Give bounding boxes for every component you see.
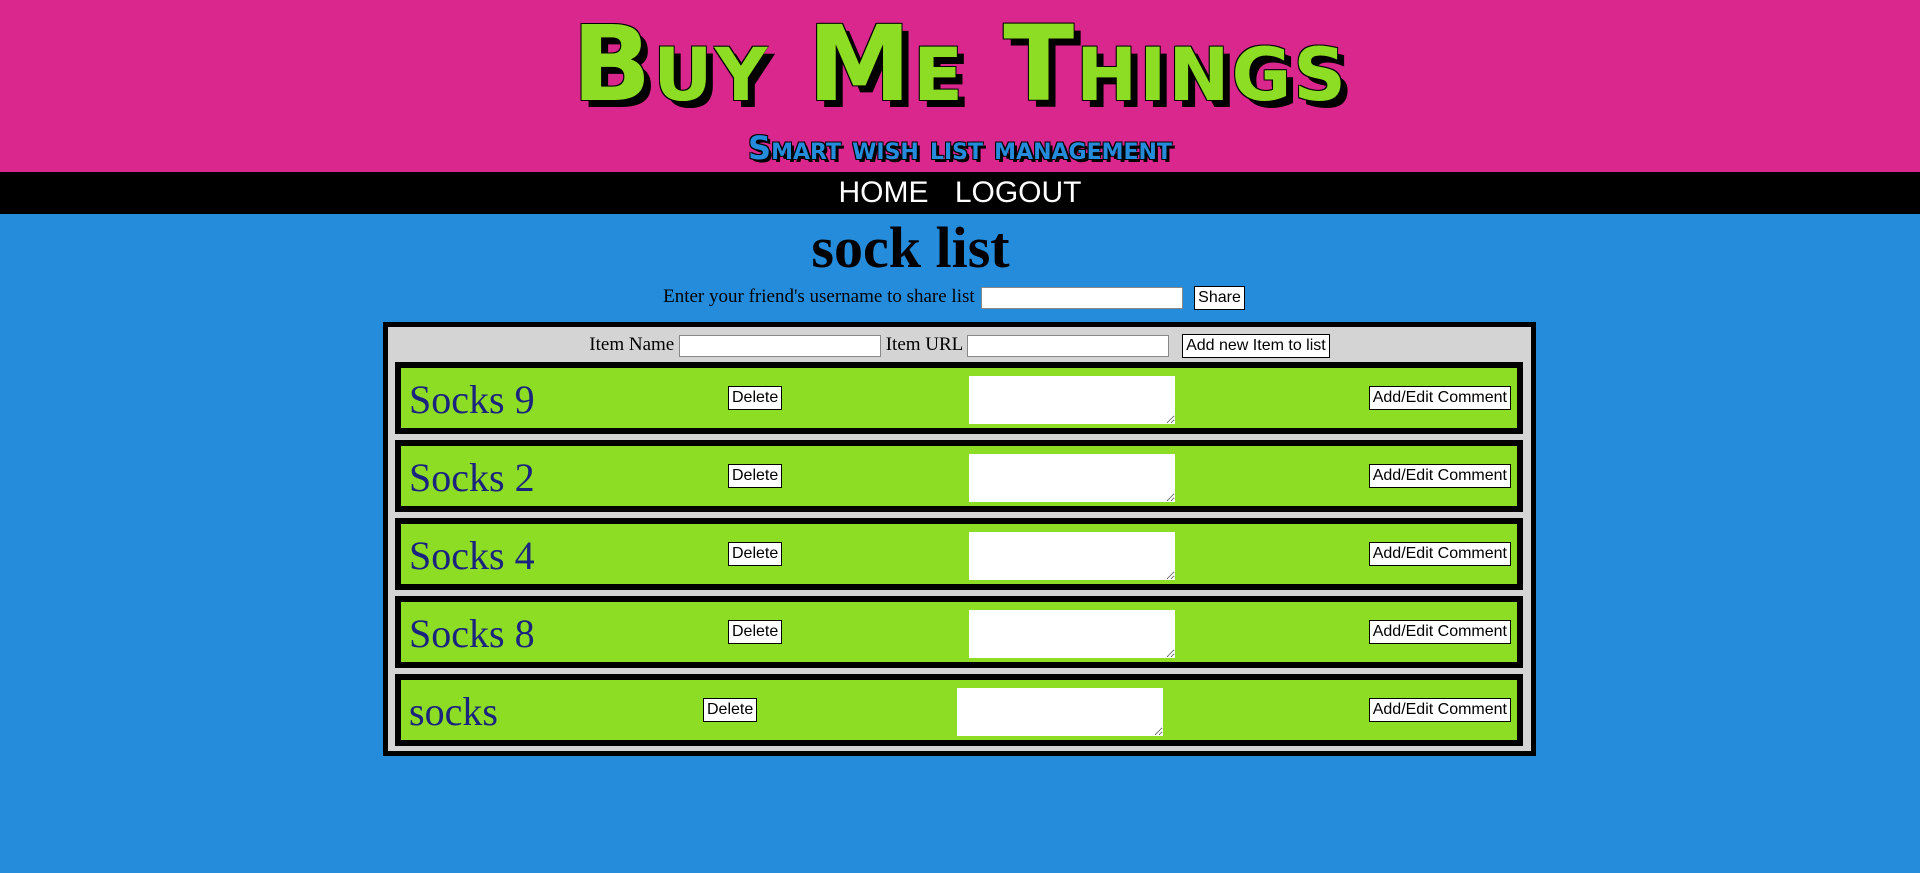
site-title: Buy Me Things xyxy=(572,3,1348,125)
item-name: Socks 9 xyxy=(409,377,535,422)
nav-home-link[interactable]: HOME xyxy=(838,172,928,214)
add-item-row: Item Name Item URL Add new Item to list xyxy=(388,327,1531,362)
share-label: Enter your friend's username to share li… xyxy=(663,286,975,307)
delete-button[interactable]: Delete xyxy=(728,386,783,410)
item-url-input[interactable] xyxy=(967,334,1170,357)
add-edit-comment-button[interactable]: Add/Edit Comment xyxy=(1368,698,1511,722)
share-username-input[interactable] xyxy=(981,286,1184,309)
comment-textarea[interactable] xyxy=(969,376,1175,424)
item-name: socks xyxy=(409,689,498,734)
item-name: Socks 2 xyxy=(409,455,535,500)
list-item: Socks 9 Delete Add/Edit Comment xyxy=(395,362,1523,434)
nav-logout-link[interactable]: LOGOUT xyxy=(955,172,1082,214)
page-title: sock list xyxy=(811,215,1010,280)
item-name: Socks 4 xyxy=(409,533,535,578)
add-edit-comment-button[interactable]: Add/Edit Comment xyxy=(1368,542,1511,566)
list-item: Socks 4 Delete Add/Edit Comment xyxy=(395,518,1523,590)
item-url-label: Item URL xyxy=(885,334,963,355)
nav-bar: HOME LOGOUT xyxy=(0,172,1920,214)
delete-button[interactable]: Delete xyxy=(728,464,783,488)
delete-button[interactable]: Delete xyxy=(703,698,758,722)
share-row: Enter your friend's username to share li… xyxy=(0,282,1920,312)
add-item-button[interactable]: Add new Item to list xyxy=(1182,333,1330,358)
add-edit-comment-button[interactable]: Add/Edit Comment xyxy=(1368,464,1511,488)
delete-button[interactable]: Delete xyxy=(728,542,783,566)
delete-button[interactable]: Delete xyxy=(728,620,783,644)
site-header: Buy Me Things Smart wish list management xyxy=(0,0,1920,172)
share-button[interactable]: Share xyxy=(1194,285,1245,310)
list-item: Socks 8 Delete Add/Edit Comment xyxy=(395,596,1523,668)
list-item: Socks 2 Delete Add/Edit Comment xyxy=(395,440,1523,512)
comment-textarea[interactable] xyxy=(957,688,1163,736)
site-subtitle: Smart wish list management xyxy=(748,129,1172,167)
add-edit-comment-button[interactable]: Add/Edit Comment xyxy=(1368,620,1511,644)
item-name-input[interactable] xyxy=(678,334,881,357)
item-name: Socks 8 xyxy=(409,611,535,656)
add-edit-comment-button[interactable]: Add/Edit Comment xyxy=(1368,386,1511,410)
item-name-label: Item Name xyxy=(589,334,675,355)
comment-textarea[interactable] xyxy=(969,532,1175,580)
comment-textarea[interactable] xyxy=(969,610,1175,658)
wish-list-container: Item Name Item URL Add new Item to list … xyxy=(383,322,1536,756)
list-item: socks Delete Add/Edit Comment xyxy=(395,674,1523,746)
comment-textarea[interactable] xyxy=(969,454,1175,502)
